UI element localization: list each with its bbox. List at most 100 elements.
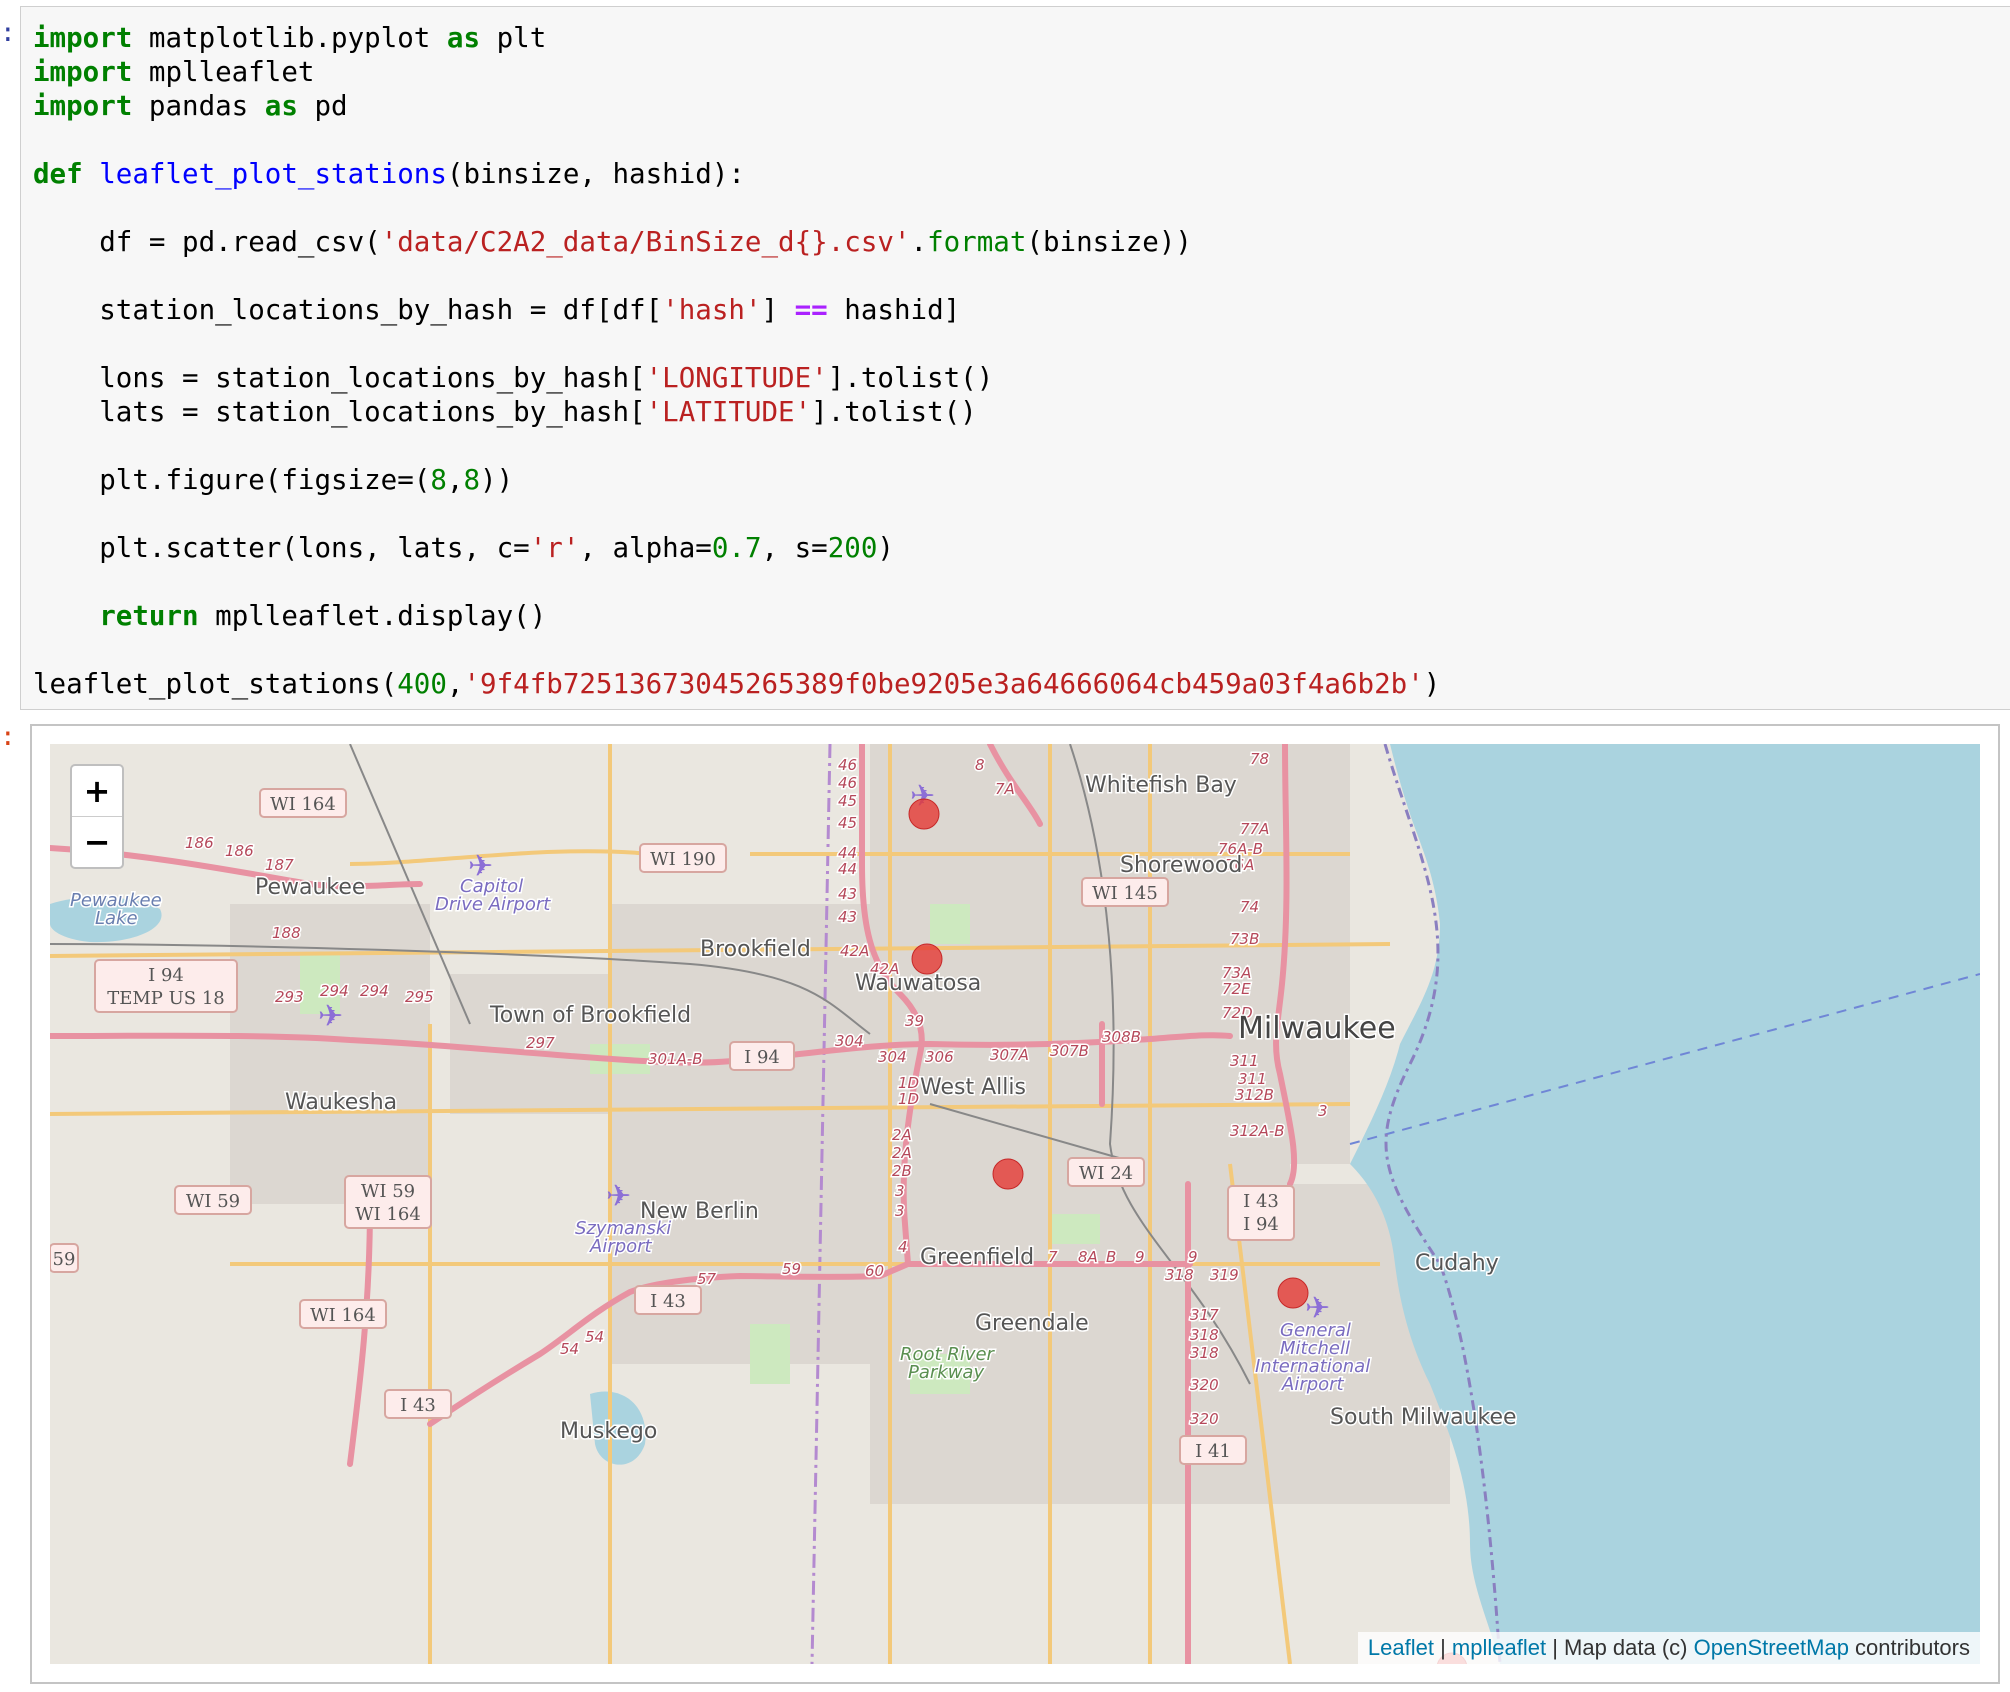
code-token: lons = station_locations_by_hash[ (33, 362, 646, 394)
exit-number: 2A (892, 1126, 912, 1144)
code-token: 8 (463, 464, 481, 496)
code-token: (binsize)) (1026, 226, 1192, 258)
exit-number: 294 (320, 982, 349, 1000)
exit-number: 43 (838, 885, 857, 903)
code-token: , (446, 668, 464, 700)
exit-number: 8 (975, 756, 985, 774)
code-token: leaflet_plot_stations (99, 158, 447, 190)
code-token: 0.7 (711, 532, 762, 564)
exit-number: 8A (1078, 1248, 1098, 1266)
code-token: 'data/C2A2_data/BinSize_d{}.csv' (380, 226, 911, 258)
exit-number: 294 (360, 982, 389, 1000)
exit-number: 42A (840, 942, 869, 960)
code-token: def (33, 158, 83, 190)
code-token: ) (1423, 668, 1441, 700)
exit-number: 308B (1102, 1028, 1141, 1046)
place-label: Greendale (975, 1311, 1089, 1336)
exit-number: 3 (895, 1202, 905, 1220)
attribution-suffix: contributors (1848, 1635, 1970, 1660)
code-cell[interactable]: import matplotlib.pyplot as plt import m… (20, 6, 2010, 710)
place-label: Waukesha (285, 1090, 397, 1115)
exit-number: 188 (272, 924, 301, 942)
code-token: mplleaflet (132, 56, 315, 88)
leaflet-map[interactable]: ✈ ✈ ✈ ✈ ✈ WI 164 WI 190 WI 145 I 94 TEMP US … (50, 744, 1980, 1664)
code-token: lats = station_locations_by_hash[ (33, 396, 646, 428)
code-token: . (910, 226, 928, 258)
leaflet-link[interactable]: Leaflet (1368, 1635, 1434, 1660)
code-token: mplleaflet.display() (198, 600, 547, 632)
code-token: '9f4fb72513673045265389f0be9205e3a646660… (463, 668, 1424, 700)
code-token: )) (480, 464, 514, 496)
place-label: Town of Brookfield (489, 1003, 691, 1028)
code-token: 8 (430, 464, 447, 496)
code-token: plt (480, 22, 547, 54)
code-token: 400 (397, 668, 447, 700)
station-marker[interactable] (911, 943, 943, 975)
code-token: ) (877, 532, 894, 564)
place-label: Cudahy (1415, 1251, 1499, 1276)
highway-shield: I 43I 94 (1227, 1185, 1295, 1241)
station-marker[interactable] (992, 1158, 1024, 1190)
highway-shield: I 94TEMP US 18 (94, 959, 238, 1013)
code-token: ] (761, 294, 795, 326)
code-token: format (927, 226, 1027, 258)
code-token: hashid] (827, 294, 961, 326)
shield-label: I 94 (744, 1047, 780, 1068)
input-prompt: : (0, 18, 16, 48)
shield-label: WI 145 (1092, 883, 1158, 904)
code-token: , alpha= (579, 532, 712, 564)
map-attribution: Leaflet | mplleaflet | Map data (c) Open… (1357, 1632, 1980, 1664)
highway-shield: WI 164 (299, 1299, 387, 1329)
zoom-out-button[interactable]: − (72, 816, 122, 867)
attribution-text: | Map data (c) (1546, 1635, 1694, 1660)
station-marker[interactable] (908, 798, 940, 830)
exit-number: 39 (905, 1012, 924, 1030)
map-tiles[interactable]: ✈ ✈ ✈ ✈ ✈ WI 164WI 190WI 145I 94TEMP US … (50, 744, 1980, 1664)
code-token: 200 (827, 532, 878, 564)
svg-text:✈: ✈ (606, 1179, 631, 1214)
highway-shield: I 43 (634, 1285, 702, 1315)
highway-shield: 59 (50, 1243, 79, 1273)
exit-number: 312B (1235, 1086, 1274, 1104)
shield-label: WI 24 (1079, 1163, 1133, 1184)
code-token: plt.scatter(lons, lats, c= (33, 532, 530, 564)
highway-shield: I 41 (1179, 1435, 1247, 1465)
exit-number: 57 (697, 1270, 717, 1288)
highway-shield: I 94 (729, 1041, 795, 1071)
highway-shield: WI 145 (1081, 877, 1169, 907)
code-token: return (33, 600, 199, 632)
exit-number: 306 (925, 1048, 954, 1066)
exit-number: 318 (1190, 1344, 1219, 1362)
place-label: Drive Airport (435, 894, 551, 915)
exit-number: 297 (526, 1034, 555, 1052)
exit-number: 186 (185, 834, 214, 852)
code-token: 'LONGITUDE' (645, 362, 828, 394)
shield-label: 59 (53, 1249, 76, 1270)
code-token: , s= (761, 532, 828, 564)
code-token: leaflet_plot_stations( (33, 668, 398, 700)
exit-number: 186 (225, 842, 254, 860)
code-editor[interactable]: import matplotlib.pyplot as plt import m… (33, 21, 1440, 701)
zoom-in-button[interactable]: + (72, 766, 122, 816)
place-label: South Milwaukee (1330, 1405, 1517, 1430)
openstreetmap-link[interactable]: OpenStreetMap (1694, 1635, 1849, 1660)
shield-label: WI 190 (650, 849, 716, 870)
place-label: Greenfield (920, 1245, 1034, 1270)
place-label: Milwaukee (1238, 1011, 1396, 1046)
code-token: import (33, 90, 133, 122)
highway-shield: WI 190 (639, 843, 727, 873)
mplleaflet-link[interactable]: mplleaflet (1452, 1635, 1546, 1660)
exit-number: 320 (1190, 1410, 1219, 1428)
exit-number: 317 (1190, 1306, 1219, 1324)
code-token: 'r' (529, 532, 580, 564)
highway-shield: I 43 (384, 1389, 452, 1419)
exit-number: 73B (1230, 930, 1259, 948)
station-marker[interactable] (1277, 1277, 1309, 1309)
shield-label: WI 164 (270, 794, 336, 815)
exit-number: 77A (1240, 820, 1269, 838)
code-token: as (264, 90, 298, 122)
exit-number: 7 (1048, 1248, 1058, 1266)
exit-number: 3 (895, 1182, 905, 1200)
shield-label: WI 164 (355, 1204, 421, 1225)
